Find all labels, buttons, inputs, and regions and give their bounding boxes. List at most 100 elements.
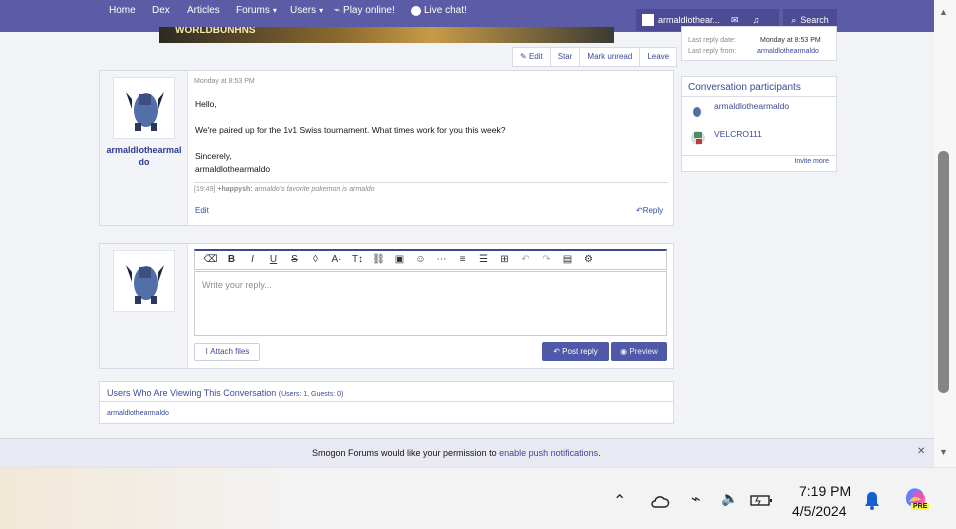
table-icon[interactable]: ⊞ [495,252,514,268]
push-permission-bar: Smogon Forums would like your permission… [0,438,934,467]
italic-icon[interactable]: I [243,252,262,268]
copilot-pre-badge: PRE [911,503,930,510]
notification-bell-icon[interactable] [862,490,882,510]
redo-icon[interactable]: ↷ [537,252,556,268]
font-family-icon[interactable]: A· [327,252,346,268]
nav-users-label: Users [290,5,317,16]
wifi-icon[interactable]: ⌁ [691,489,701,509]
participant-link[interactable]: armaldlothearmaldo [714,101,789,111]
browser-page: Home Dex Articles Forums ▾ Users ▾ ⌁ Play o… [0,0,934,467]
underline-icon[interactable]: U [264,252,283,268]
message-line: armaldlothearmaldo [195,164,271,174]
preview-label: Preview [629,347,658,356]
last-reply-from-link[interactable]: armaldlothearmaldo [757,48,819,55]
clock-date[interactable]: 4/5/2024 [792,503,847,519]
chevron-down-icon: ▾ [272,6,277,15]
emoji-icon[interactable]: ☺ [411,252,430,268]
message-body: Hello, We're paired up for the 1v1 Swiss… [195,98,505,176]
message-user-cell: armaldlothearmaldo [100,71,188,225]
viewing-users-panel: Users Who Are Viewing This Conversation … [99,381,674,424]
nav-articles[interactable]: Articles [187,5,220,16]
settings-icon[interactable]: ⚙ [579,252,598,268]
scrollbar-thumb[interactable] [938,151,949,393]
post-reply-label: Post reply [562,347,598,356]
nav-dex[interactable]: Dex [152,5,170,16]
close-icon[interactable]: ✕ [917,446,925,457]
chevron-up-icon[interactable]: ⌃ [613,491,626,511]
participants-card: Conversation participants armaldlothearm… [681,76,837,172]
reply-user-cell [100,244,188,368]
avatar-icon [642,14,654,26]
message-edit-link[interactable]: Edit [195,206,209,215]
clock-time[interactable]: 7:19 PM [799,483,851,499]
push-period: . [598,448,601,458]
list-icon[interactable]: ☰ [474,252,493,268]
more-options-icon[interactable]: ⋯ [432,252,451,268]
nav-forums-label: Forums [236,5,270,16]
reply-label: Reply [642,206,664,215]
post-reply-button[interactable]: ↶ Post reply [542,342,609,361]
bold-icon[interactable]: B [222,252,241,268]
invite-more-link[interactable]: Invite more [794,158,829,165]
enable-push-link[interactable]: enable push notifications [499,448,598,458]
star-button[interactable]: Star [551,48,581,66]
nav-play-online[interactable]: ⌁ Play online! [334,5,395,16]
align-icon[interactable]: ≡ [453,252,472,268]
conversation-info-card: Last reply date: Monday at 8:53 PM Last … [681,26,837,61]
message-username[interactable]: armaldlothearmaldo [104,144,184,168]
nav-live-chat[interactable]: Live chat! [411,5,467,16]
color-icon[interactable]: ◊ [306,252,325,268]
last-reply-from-label: Last reply from: [688,48,737,55]
search-icon: ⌕ [791,14,797,25]
mail-icon[interactable]: ✉ [731,15,739,26]
scroll-down-icon[interactable]: ▼ [939,447,948,457]
message-time[interactable]: Monday at 8:53 PM [194,78,255,85]
editor-toolbar: ⌫ B I U S ◊ A· T↕ ⛓ ▣ ☺ ⋯ ≡ ☰ ⊞ ↶ ↷ ▤ ⚙ [194,249,667,270]
last-reply-date-label: Last reply date: [688,37,736,44]
image-icon[interactable]: ▣ [390,252,409,268]
battery-icon[interactable] [750,494,774,506]
conversation-actions: ✎ Edit Star Mark unread Leave [512,47,678,67]
message-card: armaldlothearmaldo Monday at 8:53 PM Hel… [99,70,674,226]
message-line: Sincerely, [195,151,232,161]
scroll-up-icon[interactable]: ▲ [939,7,948,17]
font-size-icon[interactable]: T↕ [348,252,367,268]
participant-link[interactable]: VELCRO111 [714,129,762,139]
message-reply-link[interactable]: ↶Reply [636,206,663,215]
preview-button[interactable]: ◉ Preview [611,342,667,361]
reply-icon: ↶ [636,206,643,215]
nav-home[interactable]: Home [109,5,136,16]
nav-forums[interactable]: Forums ▾ [236,5,277,16]
push-message: Smogon Forums would like your permission… [312,448,601,458]
edit-button[interactable]: ✎ Edit [513,48,551,66]
cloud-icon[interactable] [650,495,670,509]
viewing-title-text: Users Who Are Viewing This Conversation [107,388,277,398]
link-icon[interactable]: ⛓ [369,252,388,268]
mark-unread-button[interactable]: Mark unread [580,48,641,66]
attach-files-button[interactable]: ⌇ Attach files [194,343,260,361]
strikethrough-icon[interactable]: S [285,252,304,268]
reply-editor[interactable]: Write your reply... [194,271,667,336]
search-label: Search [800,15,829,25]
undo-icon[interactable]: ↶ [516,252,535,268]
copilot-logo [906,488,926,508]
copilot-icon[interactable]: PRE [901,485,931,515]
armaldo-sprite [126,265,164,304]
nav-users[interactable]: Users ▾ [290,5,323,16]
viewing-user-link[interactable]: armaldlothearmaldo [107,410,169,417]
edit-label: Edit [528,52,543,61]
chat-icon [411,5,421,16]
viewing-counts: (Users: 1, Guests: 0) [278,391,344,398]
avatar[interactable] [113,250,175,312]
chevron-down-icon: ▾ [319,6,324,15]
clear-format-icon[interactable]: ⌫ [201,252,220,268]
nav-play-label: Play online! [343,5,395,16]
leave-button[interactable]: Leave [640,48,676,66]
participant-avatar-icon [693,107,701,117]
save-draft-icon[interactable]: ▤ [558,252,577,268]
armaldo-sprite [126,92,164,131]
avatar[interactable] [113,77,175,139]
volume-icon[interactable]: 🔈 [721,490,738,507]
bell-icon[interactable]: ♫ [753,15,760,25]
vertical-scrollbar[interactable]: ▲ ▼ [934,0,956,467]
